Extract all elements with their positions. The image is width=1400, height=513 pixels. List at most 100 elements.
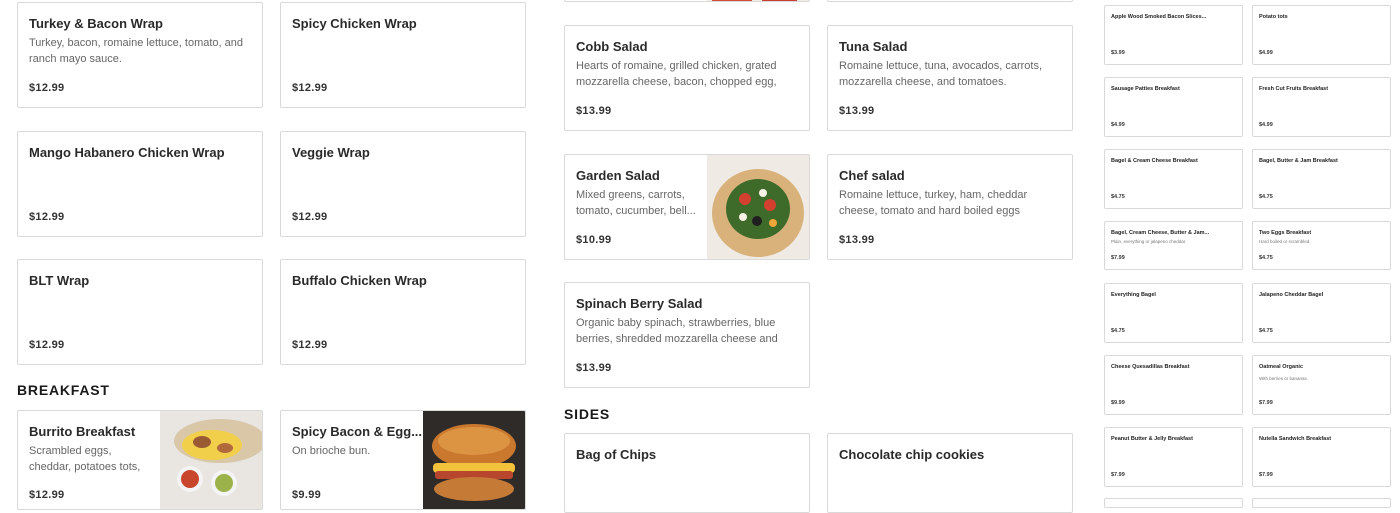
item-title: Veggie Wrap — [292, 145, 370, 160]
menu-item-card[interactable]: Garden Salad Mixed greens, carrots, toma… — [564, 154, 810, 260]
menu-item-card[interactable]: Spicy Chicken Wrap $12.99 — [280, 2, 526, 108]
mini-item-card[interactable]: Bagel & Cream Cheese Breakfast $4.75 — [1104, 149, 1243, 209]
mini-item-card[interactable]: Bagel, Cream Cheese, Butter & Jam... Pla… — [1104, 221, 1243, 270]
item-title: BLT Wrap — [29, 273, 90, 288]
mini-item-price: $4.75 — [1111, 328, 1125, 334]
mini-item-title: Bagel & Cream Cheese Breakfast — [1111, 158, 1198, 164]
item-title: Tuna Salad — [839, 39, 908, 54]
item-title: Cobb Salad — [576, 39, 648, 54]
item-price: $13.99 — [839, 234, 875, 246]
item-description: Scrambled eggs, cheddar, potatoes tots, … — [29, 445, 141, 473]
menu-item-card-partial[interactable] — [827, 0, 1073, 2]
mini-item-price: $7.99 — [1259, 400, 1273, 406]
mini-item-card[interactable]: Cheese Quesadillas Breakfast $9.99 — [1104, 355, 1243, 415]
mini-item-card[interactable]: Everything Bagel $4.75 — [1104, 283, 1243, 343]
menu-item-card[interactable]: Burrito Breakfast Scrambled eggs, chedda… — [17, 410, 263, 510]
mini-item-price: $7.99 — [1259, 472, 1273, 478]
item-price: $12.99 — [29, 211, 65, 223]
mini-item-card[interactable]: Oatmeal Organic With berries or bananas.… — [1252, 355, 1391, 415]
item-photo — [707, 155, 809, 259]
menu-item-card[interactable]: Veggie Wrap $12.99 — [280, 131, 526, 237]
mini-item-price: $4.75 — [1259, 255, 1273, 261]
section-heading-sides: SIDES — [564, 406, 611, 422]
item-title: Mango Habanero Chicken Wrap — [29, 145, 225, 160]
item-title: Spinach Berry Salad — [576, 296, 703, 311]
mini-item-description: Hard boiled or scrambled. — [1259, 239, 1311, 244]
mini-item-title: Oatmeal Organic — [1259, 364, 1304, 370]
mini-item-title: Bagel, Cream Cheese, Butter & Jam... — [1111, 230, 1210, 236]
menu-item-card[interactable]: Chef salad Romaine lettuce, turkey, ham,… — [827, 154, 1073, 260]
item-price: $9.99 — [292, 489, 322, 501]
mini-item-title: Everything Bagel — [1111, 292, 1156, 298]
mini-item-price: $7.99 — [1111, 472, 1125, 478]
item-price: $13.99 — [576, 105, 612, 117]
item-description: On brioche bun. — [292, 445, 371, 457]
menu-item-card[interactable]: BLT Wrap $12.99 — [17, 259, 263, 365]
item-title: Burrito Breakfast — [29, 424, 136, 439]
mini-item-price: $4.99 — [1111, 122, 1125, 128]
mini-item-card[interactable]: Nutella Sandwich Breakfast $7.99 — [1252, 427, 1391, 487]
item-price: $12.99 — [292, 339, 328, 351]
mini-item-price: $4.99 — [1259, 50, 1273, 56]
item-description: Organic baby spinach, strawberries, blue… — [576, 317, 778, 345]
mini-item-description: Plain, everything or jalapeno cheddar. — [1111, 239, 1187, 244]
mini-item-card[interactable]: Sausage Patties Breakfast $4.99 — [1104, 77, 1243, 137]
item-description: Mixed greens, carrots, tomato, cucumber,… — [576, 189, 696, 217]
menu-item-card[interactable]: Buffalo Chicken Wrap $12.99 — [280, 259, 526, 365]
item-title: Buffalo Chicken Wrap — [292, 273, 427, 288]
mini-item-price: $4.99 — [1259, 122, 1273, 128]
mini-item-title: Two Eggs Breakfast — [1259, 230, 1312, 236]
mini-item-title: Sausage Patties Breakfast — [1111, 86, 1180, 92]
mini-item-card[interactable]: Apple Wood Smoked Bacon Slices... $3.99 — [1104, 5, 1243, 65]
item-price: $12.99 — [292, 82, 328, 94]
item-price: $12.99 — [29, 489, 65, 501]
mini-item-title: Cheese Quesadillas Breakfast — [1111, 364, 1190, 370]
item-title: Chocolate chip cookies — [839, 447, 985, 462]
item-description: Romaine lettuce, turkey, ham, cheddar ch… — [839, 189, 1028, 217]
item-photo — [160, 411, 262, 509]
item-price: $12.99 — [29, 82, 65, 94]
item-title: Spicy Bacon & Egg... — [292, 424, 423, 439]
garden-salad-image — [707, 155, 809, 259]
mini-item-price: $4.75 — [1111, 194, 1125, 200]
section-heading-breakfast: BREAKFAST — [17, 382, 110, 398]
mini-item-price: $4.75 — [1259, 328, 1273, 334]
mini-item-title: Jalapeno Cheddar Bagel — [1259, 292, 1324, 298]
mini-item-card[interactable]: Two Eggs Breakfast Hard boiled or scramb… — [1252, 221, 1391, 270]
mini-item-card[interactable]: Bagel, Butter & Jam Breakfast $4.75 — [1252, 149, 1391, 209]
menu-item-card[interactable]: Bag of Chips — [564, 433, 810, 513]
burrito-image — [160, 411, 262, 509]
menu-item-card[interactable]: Spicy Bacon & Egg... On brioche bun. $9.… — [280, 410, 526, 510]
mini-item-title: Nutella Sandwich Breakfast — [1259, 436, 1332, 442]
mini-item-title: Fresh Cut Fruits Breakfast — [1259, 86, 1329, 92]
item-title: Spicy Chicken Wrap — [292, 16, 417, 31]
menu-item-card[interactable]: Cobb Salad Hearts of romaine, grilled ch… — [564, 25, 810, 131]
item-title: Garden Salad — [576, 168, 660, 183]
item-price: $10.99 — [576, 234, 612, 246]
menu-item-card-partial[interactable] — [564, 0, 810, 2]
item-price: $12.99 — [29, 339, 65, 351]
mini-item-card[interactable]: Peanut Butter & Jelly Breakfast $7.99 — [1104, 427, 1243, 487]
menu-item-card[interactable]: Mango Habanero Chicken Wrap $12.99 — [17, 131, 263, 237]
item-title: Bag of Chips — [576, 447, 657, 462]
mini-item-description: With berries or bananas. — [1259, 376, 1309, 381]
item-price: $12.99 — [292, 211, 328, 223]
item-price: $13.99 — [839, 105, 875, 117]
menu-item-card[interactable]: Tuna Salad Romaine lettuce, tuna, avocad… — [827, 25, 1073, 131]
item-title: Turkey & Bacon Wrap — [29, 16, 163, 31]
mini-item-title: Bagel, Butter & Jam Breakfast — [1259, 158, 1338, 164]
menu-item-card[interactable]: Chocolate chip cookies — [827, 433, 1073, 513]
item-description: Romaine lettuce, tuna, avocados, carrots… — [839, 60, 1042, 88]
mini-item-title: Potato tots — [1259, 14, 1288, 20]
mini-item-card[interactable]: Jalapeno Cheddar Bagel $4.75 — [1252, 283, 1391, 343]
item-price: $13.99 — [576, 362, 612, 374]
menu-item-card[interactable]: Turkey & Bacon Wrap Turkey, bacon, romai… — [17, 2, 263, 108]
mini-item-card[interactable]: Potato tots $4.99 — [1252, 5, 1391, 65]
menu-item-card[interactable]: Spinach Berry Salad Organic baby spinach… — [564, 282, 810, 388]
mini-item-card[interactable]: Fresh Cut Fruits Breakfast $4.99 — [1252, 77, 1391, 137]
sandwich-image — [423, 411, 525, 509]
item-photo — [423, 411, 525, 509]
item-photo-partial — [707, 0, 809, 1]
mini-item-title: Peanut Butter & Jelly Breakfast — [1111, 436, 1193, 442]
mini-item-price: $4.75 — [1259, 194, 1273, 200]
